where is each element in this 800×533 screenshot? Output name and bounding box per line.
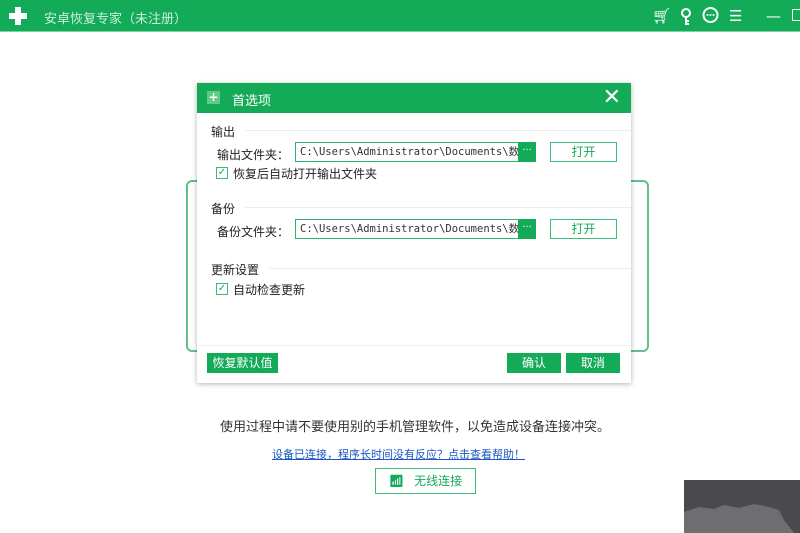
auto-update-label: 自动检查更新 (233, 283, 306, 297)
menu-icon[interactable]: ☰ (729, 7, 742, 25)
wifi-icon: 📶︎ (388, 474, 405, 488)
divider (245, 130, 631, 131)
close-icon[interactable]: ✕ (603, 85, 621, 110)
desktop-thumbnail (684, 480, 800, 533)
divider (245, 207, 631, 208)
wireless-connect-button[interactable]: 📶︎ 无线连接 (375, 468, 476, 494)
cancel-button[interactable]: 取消 (566, 353, 620, 373)
output-folder-label: 输出文件夹： (217, 148, 290, 162)
dialog-logo-icon: + (207, 90, 220, 104)
reset-defaults-button[interactable]: 恢复默认值 (207, 353, 278, 373)
maximize-icon[interactable] (792, 9, 800, 21)
section-update: 更新设置 (211, 263, 260, 277)
notice-text: 使用过程中请不要使用别的手机管理软件，以免造成设备连接冲突。 (219, 420, 610, 435)
app-logo-icon (9, 7, 27, 25)
preferences-dialog: + 首选项 ✕ 输出 输出文件夹： C:\Users\Administrator… (197, 83, 631, 383)
minimize-icon[interactable]: — (766, 7, 781, 25)
auto-update-checkbox[interactable]: ✓ (216, 283, 228, 295)
section-backup: 备份 (211, 202, 236, 216)
backup-folder-input[interactable]: C:\Users\Administrator\Documents\数 (295, 219, 536, 239)
section-output: 输出 (211, 125, 236, 139)
browse-output-button[interactable]: ··· (518, 142, 536, 162)
auto-open-checkbox[interactable]: ✓ (216, 167, 228, 179)
divider (269, 268, 631, 269)
title-bar: 安卓恢复专家（未注册） 🛒︎ ☰ — (0, 0, 800, 32)
help-link[interactable]: 设备已连接，程序长时间没有反应？点击查看帮助！ (272, 446, 525, 462)
wireless-label: 无线连接 (414, 474, 463, 488)
browse-backup-button[interactable]: ··· (518, 219, 536, 239)
key-icon[interactable] (680, 8, 692, 25)
open-output-button[interactable]: 打开 (550, 142, 617, 162)
output-folder-input[interactable]: C:\Users\Administrator\Documents\数 (295, 142, 536, 162)
chat-icon[interactable] (702, 7, 719, 24)
backup-folder-label: 备份文件夹： (217, 225, 290, 239)
dialog-title: 首选项 (232, 94, 272, 109)
auto-open-label: 恢复后自动打开输出文件夹 (233, 167, 378, 181)
divider (197, 345, 631, 346)
open-backup-button[interactable]: 打开 (550, 219, 617, 239)
confirm-button[interactable]: 确认 (507, 353, 561, 373)
dialog-title-bar: + 首选项 ✕ (197, 83, 631, 113)
app-title: 安卓恢复专家（未注册） (44, 12, 188, 27)
cart-icon[interactable]: 🛒︎ (652, 7, 671, 25)
